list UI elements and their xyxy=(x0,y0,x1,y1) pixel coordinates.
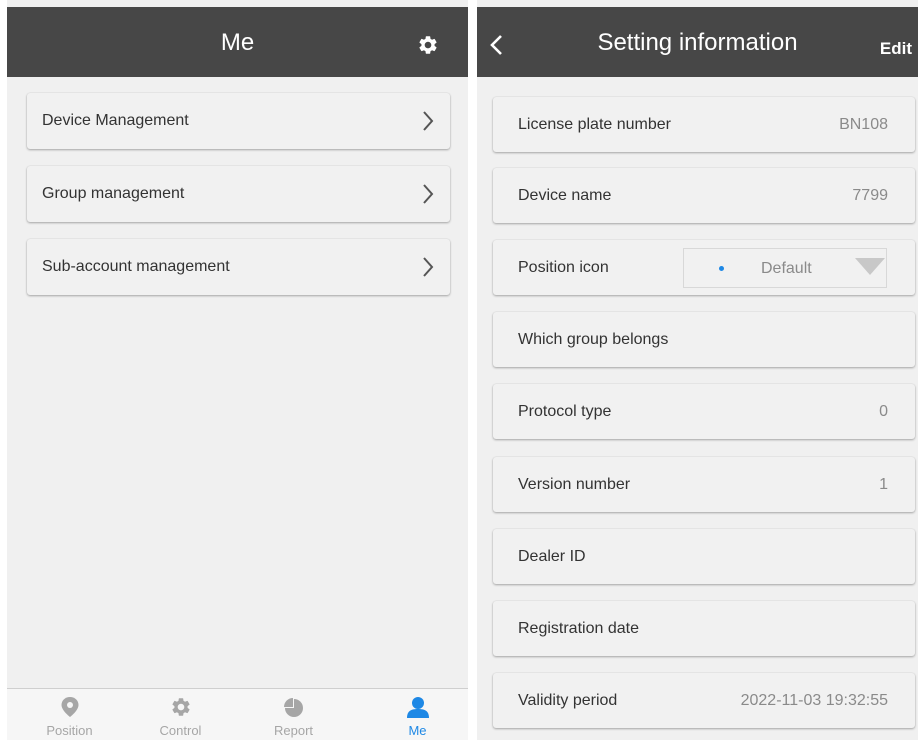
tab-report[interactable]: Report xyxy=(236,689,351,740)
tab-label: Report xyxy=(273,723,314,738)
select-value: Default xyxy=(761,260,812,277)
field-label: Dealer ID xyxy=(518,547,586,565)
field-registration-date[interactable]: Registration date xyxy=(493,601,915,656)
field-which-group-belongs[interactable]: Which group belongs xyxy=(493,312,915,367)
menu-item-device-management[interactable]: Device Management xyxy=(27,93,450,149)
field-value: 0 xyxy=(879,402,888,420)
bottom-tab-bar: Position Control Report Me xyxy=(7,688,468,740)
edit-button[interactable]: Edit xyxy=(880,39,912,59)
me-screen: Me Device Management Group management Su… xyxy=(7,0,468,740)
page-title: Setting information xyxy=(597,29,798,56)
selected-dot-icon xyxy=(719,266,724,271)
tab-control[interactable]: Control xyxy=(123,689,238,740)
field-label: Device name xyxy=(518,186,612,204)
menu-item-label: Sub-account management xyxy=(42,258,230,275)
chevron-right-icon xyxy=(423,184,434,204)
field-label: Protocol type xyxy=(518,402,612,420)
pie-chart-icon xyxy=(283,698,303,717)
setting-information-screen: Setting information Edit License plate n… xyxy=(477,0,918,740)
field-position-icon: Position icon Default xyxy=(493,240,915,295)
field-value: 1 xyxy=(879,475,888,493)
tab-position[interactable]: Position xyxy=(12,689,127,740)
chevron-right-icon xyxy=(423,111,434,131)
field-value: 7799 xyxy=(852,186,888,204)
gear-icon xyxy=(171,698,190,716)
location-pin-icon xyxy=(61,697,78,717)
menu-item-label: Device Management xyxy=(42,112,189,129)
field-label: Position icon xyxy=(518,258,609,276)
field-device-name[interactable]: Device name 7799 xyxy=(493,168,915,223)
field-license-plate-number[interactable]: License plate number BN108 xyxy=(493,97,915,152)
menu-item-label: Group management xyxy=(42,185,185,202)
menu-item-sub-account-management[interactable]: Sub-account management xyxy=(27,239,450,295)
dropdown-arrow-icon xyxy=(855,258,885,275)
field-label: Registration date xyxy=(518,619,639,637)
tab-label: Control xyxy=(159,723,202,738)
app-bar: Setting information Edit xyxy=(477,7,918,77)
app-bar: Me xyxy=(7,7,468,77)
field-protocol-type[interactable]: Protocol type 0 xyxy=(493,384,915,439)
field-label: Validity period xyxy=(518,691,618,709)
field-validity-period[interactable]: Validity period 2022-11-03 19:32:55 xyxy=(493,673,915,728)
tab-label: Me xyxy=(408,723,427,738)
menu-item-group-management[interactable]: Group management xyxy=(27,166,450,222)
page-title: Me xyxy=(220,29,255,56)
chevron-right-icon xyxy=(423,257,434,277)
field-label: Which group belongs xyxy=(518,330,669,348)
field-dealer-id[interactable]: Dealer ID xyxy=(493,529,915,584)
tab-label: Position xyxy=(46,723,93,738)
tab-me[interactable]: Me xyxy=(360,689,468,740)
field-label: License plate number xyxy=(518,115,671,133)
field-value: BN108 xyxy=(839,115,888,133)
field-label: Version number xyxy=(518,475,631,493)
field-version-number[interactable]: Version number 1 xyxy=(493,457,915,512)
field-value: 2022-11-03 19:32:55 xyxy=(740,691,888,709)
position-icon-select[interactable]: Default xyxy=(683,248,887,288)
person-icon xyxy=(406,697,429,718)
gear-icon[interactable] xyxy=(417,34,439,56)
